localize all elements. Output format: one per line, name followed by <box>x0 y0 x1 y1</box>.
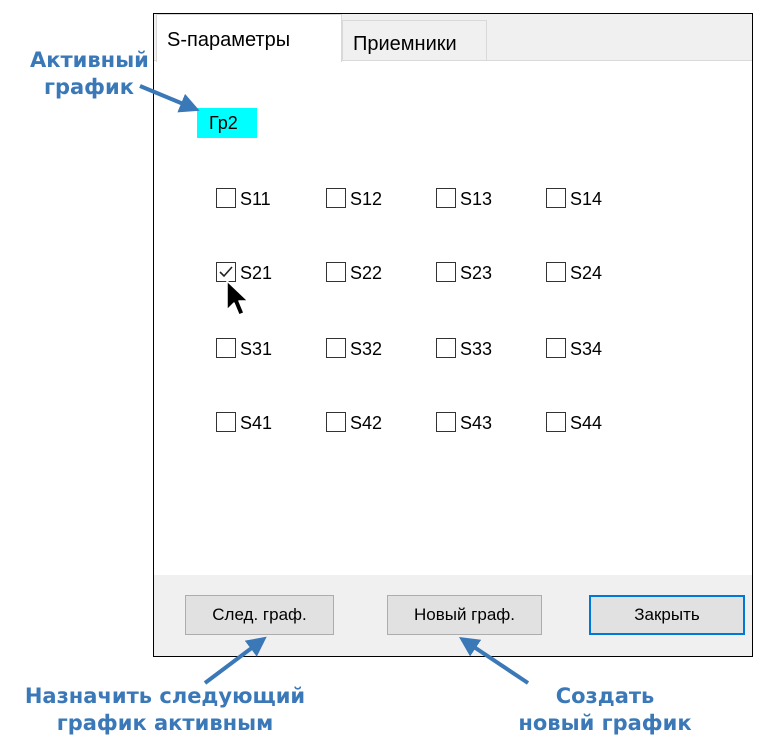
annotation-active-graph-line1: Активный <box>30 48 149 72</box>
checkbox-unchecked-icon[interactable] <box>326 262 346 282</box>
checkbox-label: S41 <box>240 413 273 433</box>
tab-receivers[interactable]: Приемники <box>342 20 487 60</box>
annotation-next-graph: Назначить следующий график активным <box>0 683 330 737</box>
checkbox-label: S43 <box>460 413 493 433</box>
checkbox-label: S14 <box>570 189 603 209</box>
annotation-active-graph: Активный график <box>30 47 149 101</box>
checkbox-unchecked-icon[interactable] <box>436 338 456 358</box>
active-graph-label: Гр2 <box>197 108 257 138</box>
annotation-new-graph: Создать новый график <box>495 683 715 737</box>
checkbox-unchecked-icon[interactable] <box>546 338 566 358</box>
checkbox-unchecked-icon[interactable] <box>436 412 456 432</box>
checkbox-label: S31 <box>240 339 273 359</box>
annotation-new-graph-line2: новый график <box>518 711 692 735</box>
checkbox-unchecked-icon[interactable] <box>326 188 346 208</box>
s-parameters-panel: Гр2 S11 S12 S13 S14 S21 S22 S23 S24 S31 S32 S33 S34… <box>154 60 752 575</box>
tab-s-parameters[interactable]: S-параметры <box>156 14 342 62</box>
checkbox-label: S42 <box>350 413 383 433</box>
checkbox-label: S24 <box>570 263 603 283</box>
checkbox-unchecked-icon[interactable] <box>216 412 236 432</box>
checkbox-label: S33 <box>460 339 493 359</box>
new-graph-button[interactable]: Новый граф. <box>387 595 542 635</box>
close-button[interactable]: Закрыть <box>589 595 745 635</box>
annotation-active-graph-line2: график <box>44 75 134 99</box>
mouse-cursor-icon <box>226 280 249 316</box>
checkbox-label: S23 <box>460 263 493 283</box>
dialog-footer: След. граф. Новый граф. Закрыть <box>154 575 752 656</box>
checkbox-label: S32 <box>350 339 383 359</box>
annotation-new-graph-line1: Создать <box>555 684 655 708</box>
checkbox-unchecked-icon[interactable] <box>436 262 456 282</box>
checkbox-unchecked-icon[interactable] <box>326 412 346 432</box>
checkbox-unchecked-icon[interactable] <box>546 262 566 282</box>
checkbox-label: S34 <box>570 339 603 359</box>
checkbox-unchecked-icon[interactable] <box>436 188 456 208</box>
checkbox-label: S12 <box>350 189 383 209</box>
checkbox-unchecked-icon[interactable] <box>216 188 236 208</box>
checkbox-label: S22 <box>350 263 383 283</box>
checkbox-label: S13 <box>460 189 493 209</box>
s-parameters-dialog: S-параметры Приемники Гр2 S11 S12 S13 S14 S2… <box>153 13 753 657</box>
tab-strip: S-параметры Приемники <box>154 14 752 62</box>
checkbox-unchecked-icon[interactable] <box>326 338 346 358</box>
checkbox-unchecked-icon[interactable] <box>216 338 236 358</box>
checkbox-unchecked-icon[interactable] <box>546 412 566 432</box>
checkbox-label: S44 <box>570 413 603 433</box>
checkbox-unchecked-icon[interactable] <box>546 188 566 208</box>
checkbox-label: S11 <box>240 189 271 209</box>
annotation-next-graph-line2: график активным <box>56 711 274 735</box>
annotation-next-graph-line1: Назначить следующий <box>24 684 306 708</box>
checkbox-checked-icon[interactable] <box>216 262 236 282</box>
next-graph-button[interactable]: След. граф. <box>185 595 334 635</box>
